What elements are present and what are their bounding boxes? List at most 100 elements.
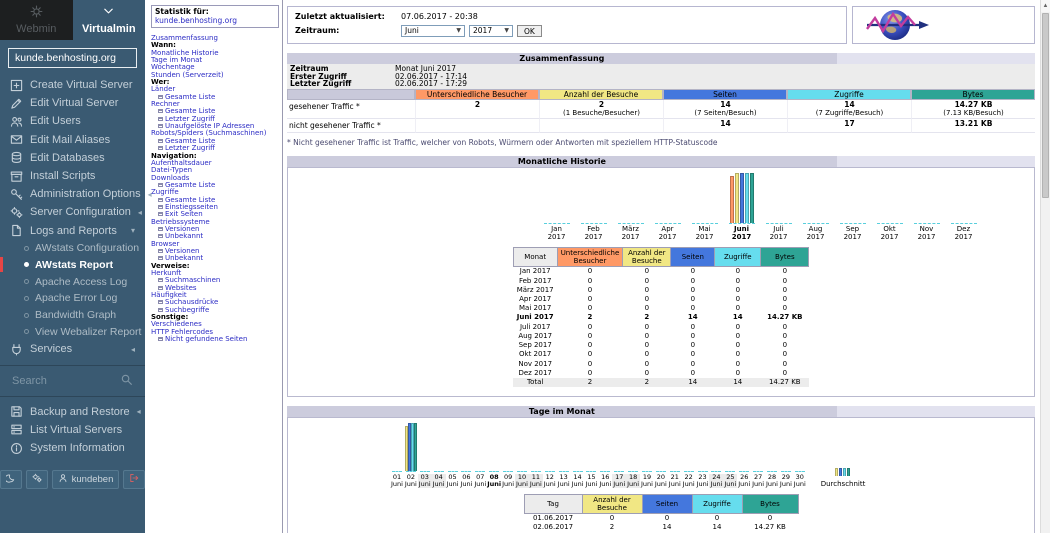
sidebar-item-server-configuration[interactable]: Server Configuration◂ — [0, 203, 145, 221]
caret-left-icon: ◂ — [138, 208, 142, 217]
submenu-item-apache-access-log[interactable]: Apache Access Log — [0, 273, 145, 290]
day-bars — [640, 423, 654, 471]
stats-for-domain-link[interactable]: kunde.benhosting.org — [155, 16, 237, 25]
active-indicator — [0, 257, 3, 272]
sidebar-item-label: Edit Users — [30, 115, 81, 127]
list-icon — [158, 308, 163, 312]
submenu-item-awstats-configuration[interactable]: AWstats Configuration — [0, 240, 145, 257]
night-mode-button[interactable] — [0, 470, 22, 489]
search-icon — [120, 373, 133, 389]
month-bars — [686, 173, 723, 223]
summary-value-cell: 13.21 KB — [911, 119, 1035, 133]
bullet-icon — [24, 279, 29, 284]
day-bars — [598, 423, 612, 471]
scrollbar-up-arrow[interactable]: ▲ — [1041, 0, 1050, 12]
sidebar-search-input[interactable]: Search — [0, 365, 145, 397]
baseline — [767, 471, 777, 472]
year-select[interactable]: 2017▼ — [469, 25, 513, 37]
bar — [745, 173, 749, 223]
monthly-col-header: Bytes — [761, 248, 809, 267]
day-axis-label: 28Juni — [765, 474, 779, 488]
month-bars — [760, 173, 797, 223]
month-slot-mai: Mai2017 — [686, 173, 723, 241]
awstats-logo-box[interactable] — [852, 6, 1035, 44]
monthly-row: Dez 201700000 — [513, 369, 809, 378]
day-bars — [737, 423, 751, 471]
tab-webmin[interactable]: Webmin — [0, 0, 73, 40]
day-slot-03: 03Juni — [418, 423, 432, 488]
baseline — [642, 471, 652, 472]
baseline — [544, 223, 570, 224]
day-slot-18: 18Juni — [626, 423, 640, 488]
days-of-month-table: TagAnzahl der BesucheSeitenZugriffeBytes… — [524, 494, 799, 533]
sidebar-item-edit-virtual-server[interactable]: Edit Virtual Server — [0, 94, 145, 112]
baseline — [670, 471, 680, 472]
day-axis-label: 19Juni — [640, 474, 654, 488]
baseline — [420, 471, 430, 472]
options-button[interactable] — [26, 470, 48, 489]
days-col-header: Tag — [524, 495, 582, 514]
summary-value-cell: 2(1 Besuche/Besucher) — [539, 100, 663, 120]
monthly-row: Juni 201722141414.27 KB — [513, 313, 809, 322]
day-axis-label: 12Juni — [543, 474, 557, 488]
sidebar-item-edit-users[interactable]: Edit Users — [0, 112, 145, 130]
baseline — [914, 223, 940, 224]
month-axis-label: Jan2017 — [548, 226, 566, 241]
sidebar-item-logs-and-reports[interactable]: Logs and Reports▾ — [0, 222, 145, 240]
backup-icon — [10, 405, 23, 418]
summary-info-value: 02.06.2017 - 17:29 — [395, 80, 467, 88]
month-bars — [575, 173, 612, 223]
baseline — [877, 223, 903, 224]
day-slot-02: 02Juni — [404, 423, 418, 488]
ok-button[interactable]: OK — [517, 25, 542, 37]
bar — [843, 468, 846, 476]
monthly-row: Juli 201700000 — [513, 323, 809, 332]
baseline — [803, 223, 829, 224]
sidebar-item-system-information[interactable]: System Information — [0, 439, 145, 457]
baseline — [711, 471, 721, 472]
sidebar-item-edit-mail-aliases[interactable]: Edit Mail Aliases — [0, 131, 145, 149]
select-arrow-icon: ▼ — [456, 24, 461, 38]
sidebar-item-list-virtual-servers[interactable]: List Virtual Servers — [0, 421, 145, 439]
submenu-item-apache-error-log[interactable]: Apache Error Log — [0, 290, 145, 307]
sidebar-item-backup-and-restore[interactable]: Backup and Restore◂ — [0, 403, 145, 421]
logout-button[interactable] — [123, 470, 145, 489]
nav-sublink-nicht-gefundene-seiten[interactable]: Nicht gefundene Seiten — [165, 335, 247, 343]
sidebar-item-administration-options[interactable]: Administration Options◂ — [0, 185, 145, 203]
summary-value-cell: 14(7 Zugriffe/Besuch) — [787, 100, 911, 120]
report-info-box: Zuletzt aktualisiert: 07.06.2017 - 20:38… — [287, 6, 847, 44]
sidebar-item-label: Logs and Reports — [30, 225, 117, 237]
month-slot-okt: Okt2017 — [871, 173, 908, 241]
sidebar-item-label: System Information — [30, 442, 125, 454]
baseline — [951, 223, 977, 224]
month-bars — [723, 173, 760, 223]
select-arrow-icon: ▼ — [504, 24, 509, 38]
day-bars — [501, 423, 515, 471]
sidebar-item-install-scripts[interactable]: Install Scripts — [0, 167, 145, 185]
scrollbar-thumb[interactable] — [1042, 13, 1049, 198]
day-axis-label: 20Juni — [654, 474, 668, 488]
sidebar-item-services[interactable]: Services◂ — [0, 340, 145, 358]
nav-sublink-letzter-zugriff[interactable]: Letzter Zugriff — [165, 144, 215, 152]
baseline — [600, 471, 610, 472]
submenu-item-view-webalizer-report[interactable]: View Webalizer Report — [0, 324, 145, 341]
gears-icon — [32, 473, 42, 486]
submenu-item-bandwidth-graph[interactable]: Bandwidth Graph — [0, 307, 145, 324]
day-bars — [571, 423, 585, 471]
submenu-item-awstats-report[interactable]: AWstats Report — [0, 256, 145, 273]
month-slot-aug: Aug2017 — [797, 173, 834, 241]
day-axis-label: 08Juni — [486, 474, 502, 488]
day-bars — [557, 423, 571, 471]
sidebar-item-edit-databases[interactable]: Edit Databases — [0, 149, 145, 167]
baseline — [503, 471, 513, 472]
servers-icon — [10, 423, 23, 436]
month-select[interactable]: Juni▼ — [401, 25, 465, 37]
list-icon — [158, 337, 163, 341]
sidebar-item-create-virtual-server[interactable]: Create Virtual Server — [0, 76, 145, 94]
domain-select[interactable]: kunde.benhosting.org — [8, 48, 137, 68]
bar — [735, 173, 739, 223]
month-slot-sep: Sep2017 — [834, 173, 871, 241]
day-bars — [612, 423, 626, 471]
user-button[interactable]: kundeben — [52, 470, 120, 489]
tab-virtualmin[interactable]: Virtualmin — [73, 0, 146, 40]
